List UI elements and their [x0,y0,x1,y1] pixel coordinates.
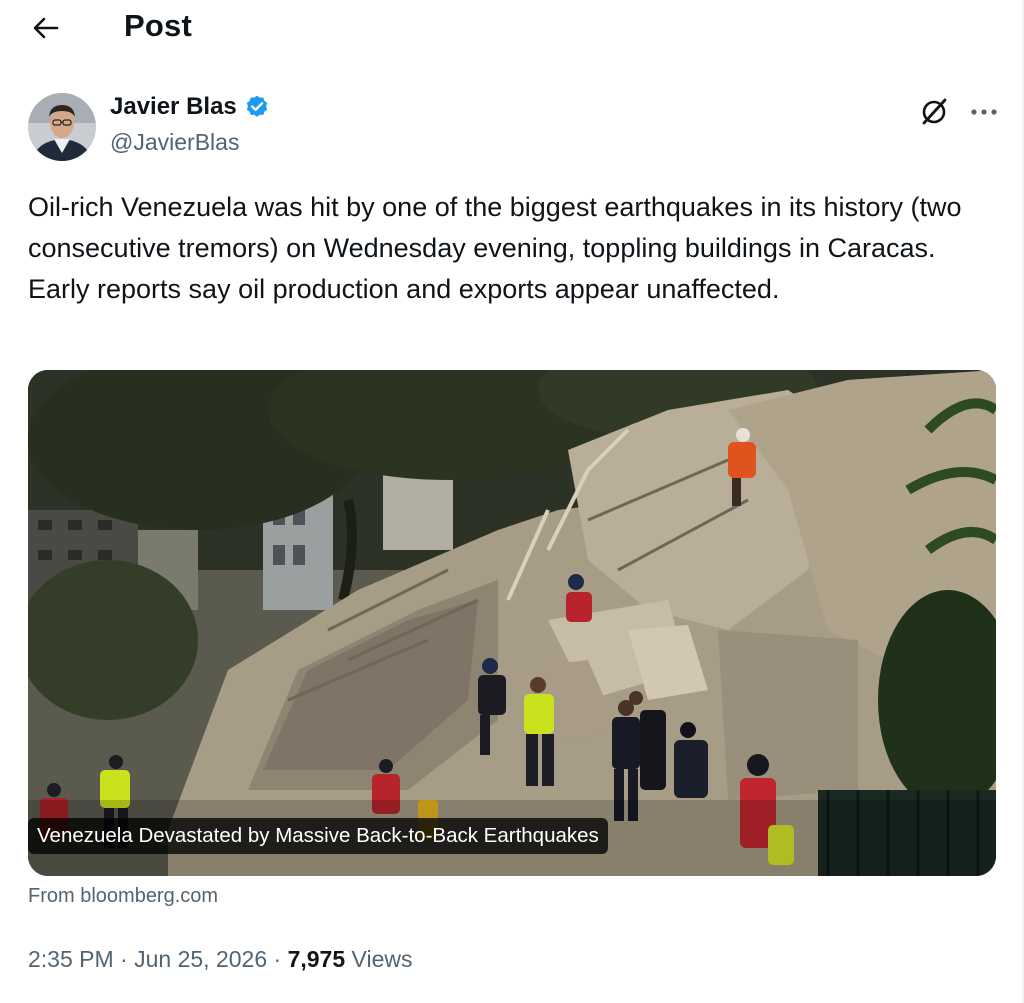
views-count: 7,975 [287,946,346,972]
page-title: Post [124,8,192,43]
meta-separator: · [113,946,135,972]
tweet-text: Oil-rich Venezuela was hit by one of the… [28,192,962,304]
more-options-button[interactable] [962,92,1006,132]
card-source[interactable]: From bloomberg.com [28,885,218,908]
grok-button[interactable] [914,92,954,132]
link-card[interactable] [28,370,996,876]
post-header: Post [0,0,1024,56]
views-label: Views [351,946,413,972]
meta-separator-2: · [267,946,288,972]
post-date[interactable]: Jun 25, 2026 [134,946,267,973]
post-time[interactable]: 2:35 PM [28,946,114,973]
grok-icon [922,98,947,125]
author-handle[interactable]: @JavierBlas [110,129,239,156]
more-horizontal-icon [971,109,997,115]
post-meta: 2:35 PM · Jun 25, 2026 · 7,975 Views [28,946,412,973]
verified-badge-icon [244,94,270,120]
author-name-text: Javier Blas [110,93,237,120]
avatar[interactable] [28,93,96,161]
back-button[interactable] [22,6,70,50]
author-name[interactable]: Javier Blas [110,93,270,121]
card-headline[interactable]: Venezuela Devastated by Massive Back-to-… [28,818,608,854]
earthquake-photo [28,370,996,876]
arrow-left-icon [33,17,59,39]
avatar-image [28,93,96,161]
